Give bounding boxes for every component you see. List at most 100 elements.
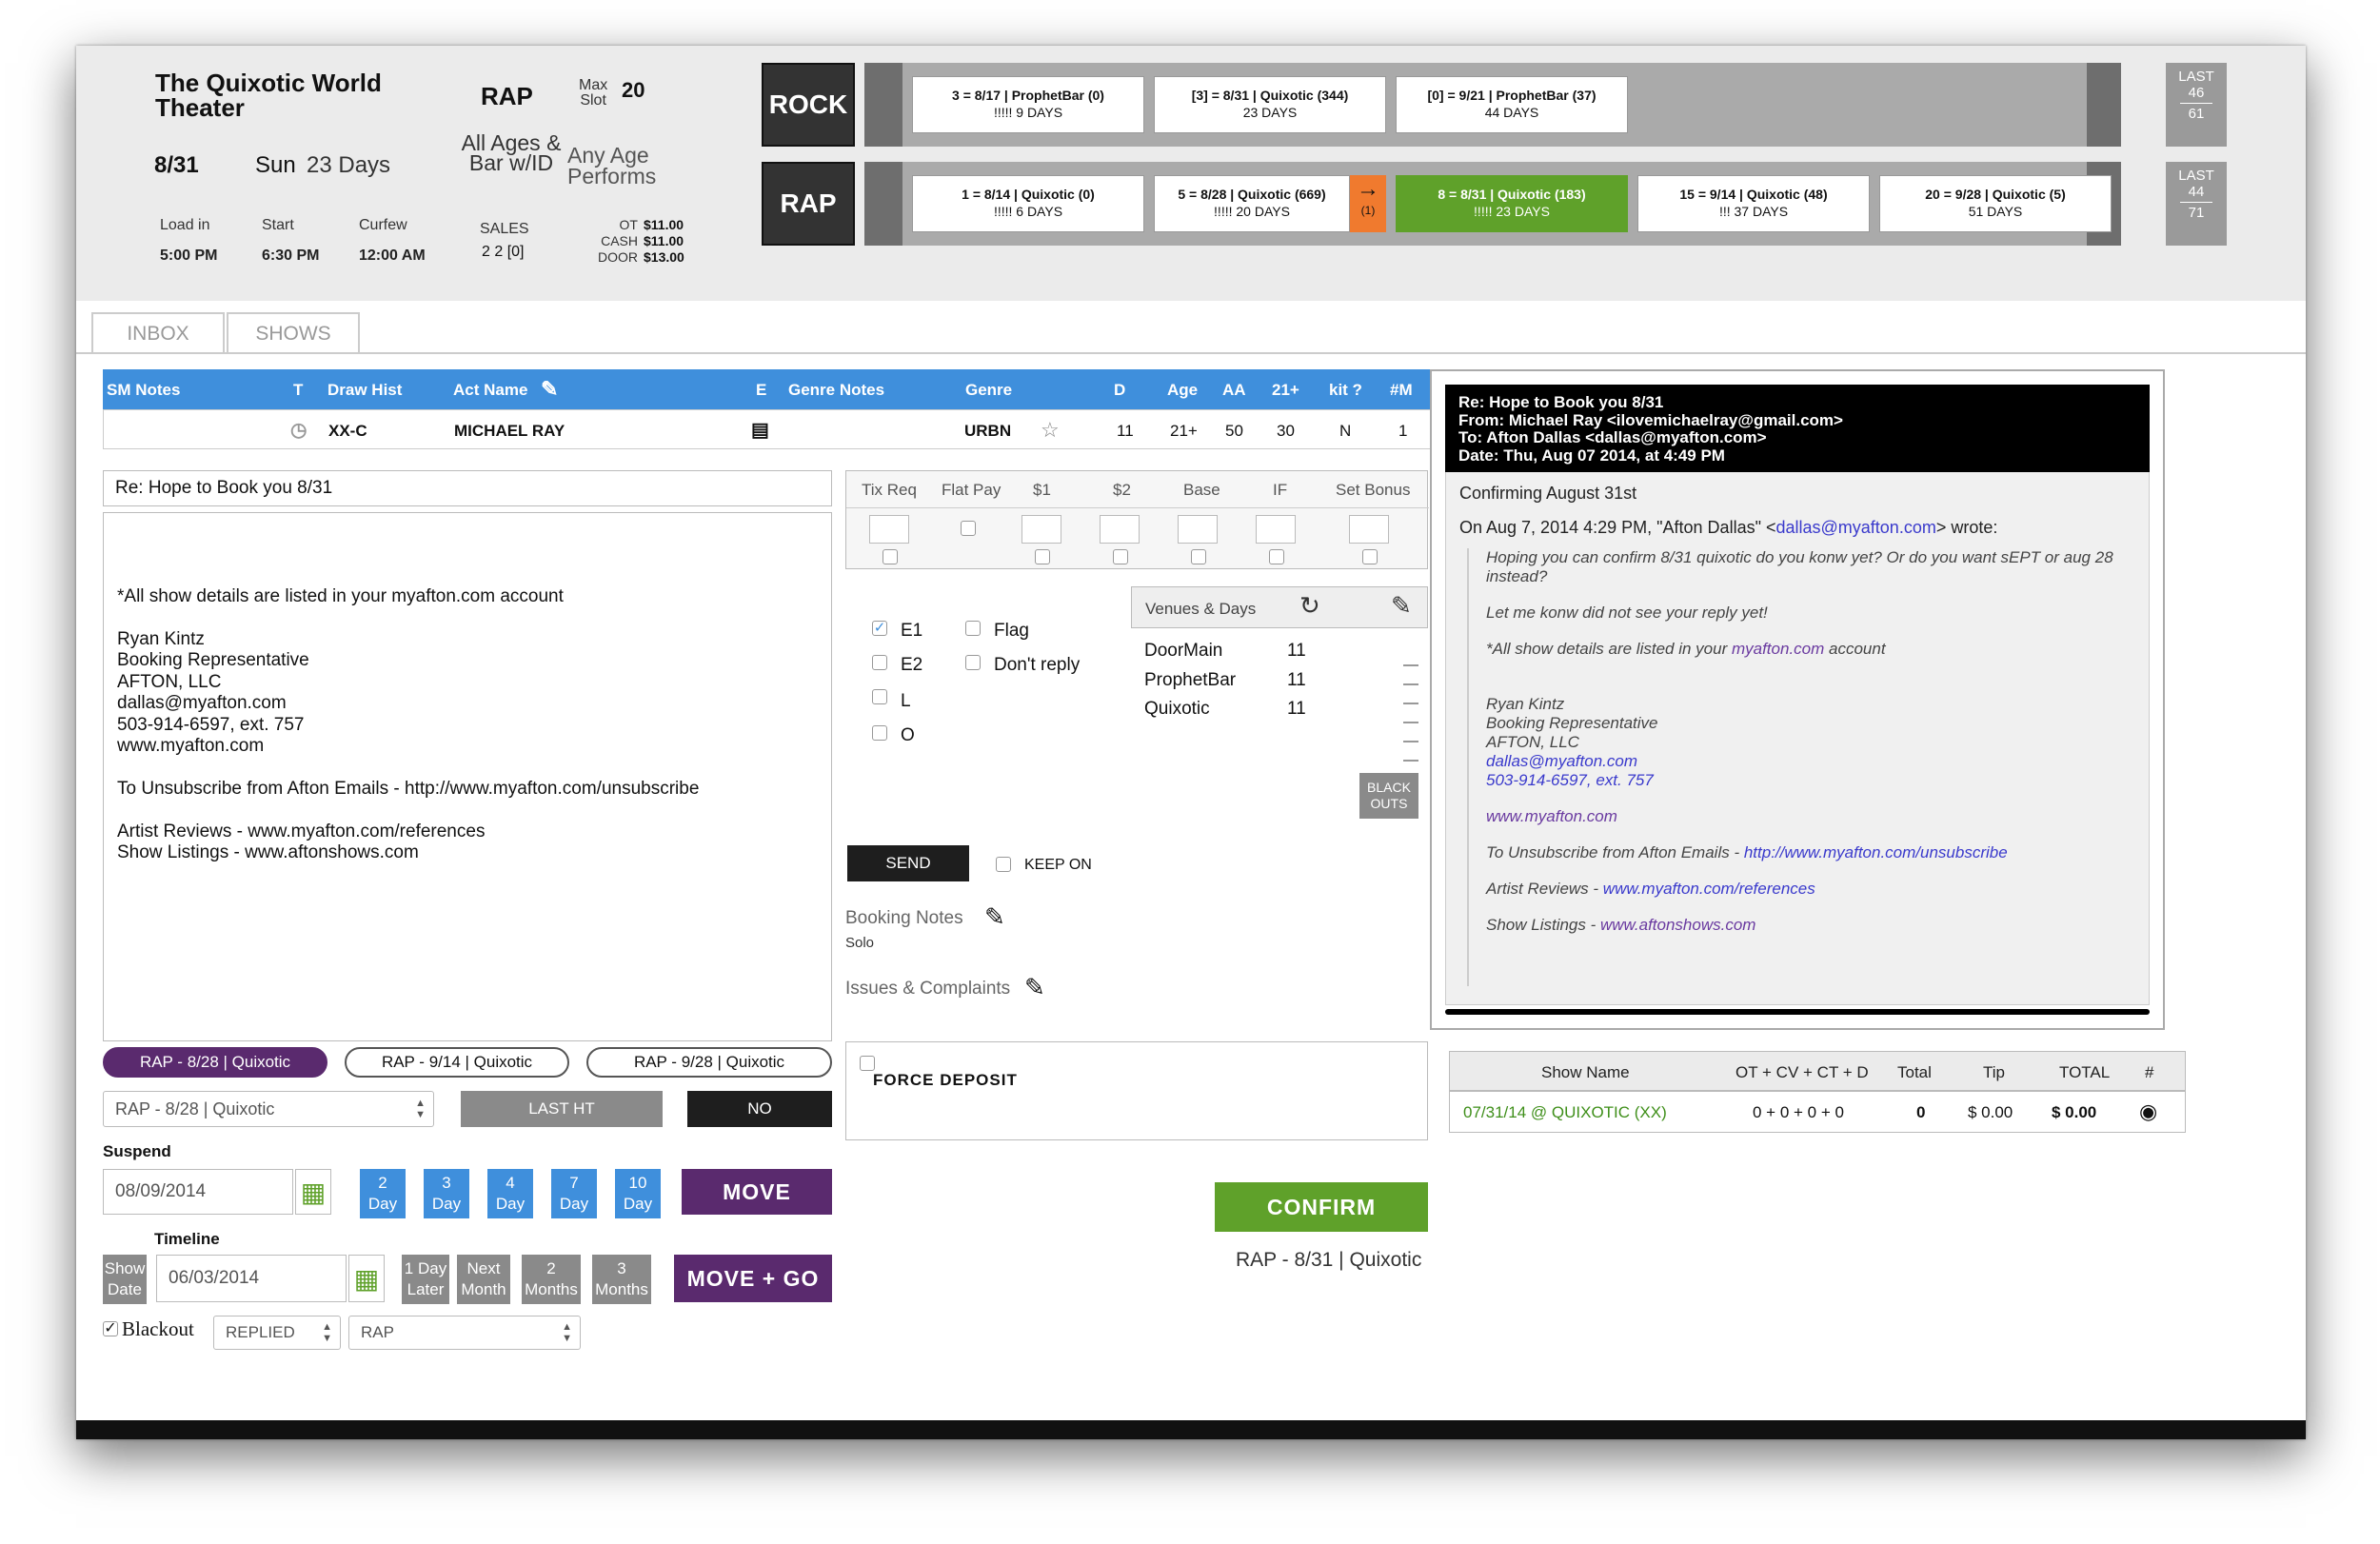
col-genre[interactable]: Genre	[965, 381, 1012, 400]
tix-req-input[interactable]	[869, 515, 909, 544]
email-link[interactable]: myafton.com	[1732, 640, 1824, 658]
blackouts-button[interactable]: BLACK OUTS	[1359, 773, 1418, 819]
timeline-date-input[interactable]: 06/03/2014	[156, 1255, 347, 1302]
set-bonus-input[interactable]	[1349, 515, 1389, 544]
confirm-button[interactable]: CONFIRM	[1215, 1182, 1428, 1232]
rock-last-badge[interactable]: LAST 46 61	[2166, 63, 2227, 147]
dont-reply-checkbox[interactable]	[965, 655, 981, 670]
base-input[interactable]	[1178, 515, 1218, 544]
l-checkbox[interactable]	[872, 689, 887, 704]
col-e[interactable]: E	[756, 381, 766, 400]
status-select[interactable]: REPLIED ▲ ▼	[213, 1316, 341, 1350]
if-checkbox[interactable]	[1269, 549, 1284, 564]
col-genre-notes[interactable]: Genre Notes	[788, 381, 884, 400]
col-21plus[interactable]: 21+	[1272, 381, 1299, 400]
col-draw-hist[interactable]: Draw Hist	[327, 381, 402, 400]
col-aa[interactable]: AA	[1222, 381, 1246, 400]
eye-icon[interactable]: ◉	[2139, 1099, 2157, 1124]
show-pill-selected[interactable]: RAP - 8/28 | Quixotic	[103, 1047, 327, 1078]
pencil-icon[interactable]: ✎	[1391, 591, 1412, 621]
email-link[interactable]: www.myafton.com/references	[1603, 880, 1815, 898]
suspend-3-day-button[interactable]: 3 Day	[424, 1169, 469, 1218]
pencil-icon[interactable]: ✎	[984, 902, 1005, 932]
two-months-button[interactable]: 2 Months	[522, 1255, 581, 1304]
force-deposit-checkbox[interactable]	[860, 1056, 875, 1071]
act-name-value[interactable]: MICHAEL RAY	[454, 422, 565, 441]
subject-input[interactable]: Re: Hope to Book you 8/31	[103, 470, 832, 506]
base-checkbox[interactable]	[1191, 549, 1206, 564]
timeline-card[interactable]: 5 = 8/28 | Quixotic (669)!!!!! 20 DAYS	[1154, 175, 1350, 232]
star-icon[interactable]: ☆	[1041, 418, 1060, 443]
dollar2-input[interactable]	[1100, 515, 1140, 544]
show-pill[interactable]: RAP - 9/14 | Quixotic	[345, 1047, 569, 1078]
keep-on-checkbox[interactable]	[996, 857, 1011, 872]
next-month-button[interactable]: Next Month	[457, 1255, 510, 1304]
blackout-checkbox[interactable]: ✓	[103, 1321, 118, 1336]
id-card-icon[interactable]: ▤	[751, 418, 769, 442]
move-arrow-button[interactable]: → (1)	[1350, 175, 1386, 232]
flag-checkbox[interactable]	[965, 621, 981, 636]
genre-rap-block[interactable]: RAP	[762, 162, 855, 246]
genre-select[interactable]: RAP ▲ ▼	[348, 1316, 581, 1350]
col-act-name[interactable]: Act Name	[453, 381, 527, 400]
email-link[interactable]: www.myafton.com	[1486, 807, 2133, 826]
rap-last-badge[interactable]: LAST 44 71	[2166, 162, 2227, 246]
col-kit[interactable]: kit ?	[1329, 381, 1362, 400]
timeline-card[interactable]: 20 = 9/28 | Quixotic (5) 51 DAYS	[1879, 175, 2112, 232]
email-link[interactable]: http://www.myafton.com/unsubscribe	[1744, 843, 2008, 861]
dollar1-checkbox[interactable]	[1035, 549, 1050, 564]
if-input[interactable]	[1256, 515, 1296, 544]
show-date-button[interactable]: Show Date	[103, 1255, 147, 1304]
clock-icon[interactable]: ◷	[290, 418, 307, 442]
col-sm-notes[interactable]: SM Notes	[107, 381, 180, 400]
move-button[interactable]: MOVE	[682, 1169, 832, 1215]
e1-checkbox[interactable]: ✓	[872, 621, 887, 636]
move-go-button[interactable]: MOVE + GO	[674, 1255, 832, 1302]
col-m[interactable]: #M	[1390, 381, 1413, 400]
no-button[interactable]: NO	[687, 1091, 832, 1127]
email-body-textarea[interactable]: *All show details are listed in your mya…	[103, 512, 832, 1041]
three-months-button[interactable]: 3 Months	[592, 1255, 651, 1304]
timeline-card[interactable]: [0] = 9/21 | ProphetBar (37) 44 DAYS	[1396, 76, 1628, 133]
timeline-card[interactable]: [3] = 8/31 | Quixotic (344) 23 DAYS	[1154, 76, 1386, 133]
tab-inbox[interactable]: INBOX	[91, 312, 225, 354]
tix-req-checkbox[interactable]	[883, 549, 898, 564]
suspend-date-input[interactable]: 08/09/2014	[103, 1169, 293, 1215]
set-bonus-checkbox[interactable]	[1362, 549, 1378, 564]
refresh-icon[interactable]: ↻	[1299, 591, 1320, 621]
dollar2-checkbox[interactable]	[1113, 549, 1128, 564]
suspend-7-day-button[interactable]: 7 Day	[551, 1169, 597, 1218]
col-d[interactable]: D	[1114, 381, 1125, 400]
email-link[interactable]: dallas@myafton.com	[1775, 518, 1935, 537]
timeline-card[interactable]: 15 = 9/14 | Quixotic (48)!!! 37 DAYS	[1637, 175, 1870, 232]
e2-checkbox[interactable]	[872, 655, 887, 670]
one-day-later-button[interactable]: 1 Day Later	[402, 1255, 449, 1304]
calendar-icon[interactable]: ▦	[348, 1255, 385, 1302]
send-button[interactable]: SEND	[847, 845, 969, 881]
suspend-2-day-button[interactable]: 2 Day	[360, 1169, 406, 1218]
timeline-card-selected[interactable]: 8 = 8/31 | Quixotic (183)!!!!! 23 DAYS	[1396, 175, 1628, 232]
timeline-card[interactable]: 1 = 8/14 | Quixotic (0)!!!!! 6 DAYS	[912, 175, 1144, 232]
timeline-card[interactable]: 3 = 8/17 | ProphetBar (0)!!!!! 9 DAYS	[912, 76, 1144, 133]
dollar1-input[interactable]	[1021, 515, 1061, 544]
suspend-4-day-button[interactable]: 4 Day	[487, 1169, 533, 1218]
pencil-icon[interactable]: ✎	[541, 377, 558, 402]
tab-shows[interactable]: SHOWS	[227, 312, 360, 354]
show-select[interactable]: RAP - 8/28 | Quixotic ▲ ▼	[103, 1091, 434, 1127]
col-t[interactable]: T	[293, 381, 303, 400]
calendar-icon[interactable]: ▦	[295, 1169, 331, 1215]
flat-pay-checkbox[interactable]	[961, 521, 976, 536]
suspend-10-day-button[interactable]: 10 Day	[615, 1169, 661, 1218]
o-checkbox[interactable]	[872, 725, 887, 741]
email-link[interactable]: dallas@myafton.com	[1486, 752, 2133, 771]
show-name-cell[interactable]: 07/31/14 @ QUIXOTIC (XX)	[1463, 1103, 1667, 1122]
last-ht-button[interactable]: LAST HT	[461, 1091, 663, 1127]
table-row[interactable]: ◷ XX-C MICHAEL RAY ▤ URBN ☆ 11 21+ 50 30…	[103, 409, 1434, 449]
email-link[interactable]: www.aftonshows.com	[1600, 916, 1755, 934]
pencil-icon[interactable]: ✎	[1024, 973, 1045, 1002]
table-row[interactable]: 07/31/14 @ QUIXOTIC (XX) 0 + 0 + 0 + 0 0…	[1449, 1091, 2186, 1133]
genre-rock-block[interactable]: ROCK	[762, 63, 855, 147]
col-age[interactable]: Age	[1167, 381, 1198, 400]
show-pill[interactable]: RAP - 9/28 | Quixotic	[586, 1047, 832, 1078]
email-link[interactable]: 503-914-6597, ext. 757	[1486, 771, 2133, 790]
